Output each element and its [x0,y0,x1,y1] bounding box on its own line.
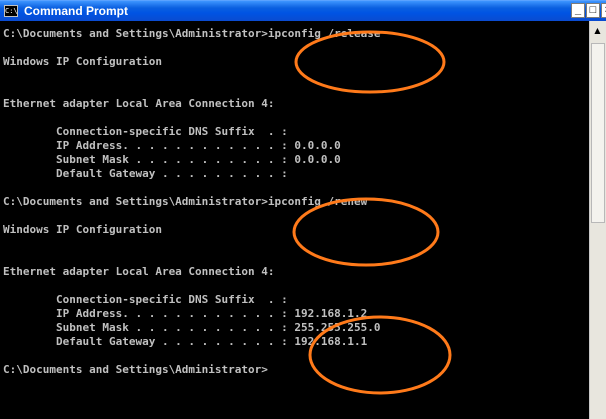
scrollbar-thumb[interactable] [591,43,605,223]
console-prompt: C:\Documents and Settings\Administrator> [3,363,268,376]
console-line: Connection-specific DNS Suffix . : [3,293,288,306]
console-line: C:\Documents and Settings\Administrator>… [3,195,368,208]
title-bar[interactable]: C:\ Command Prompt _ □ × [0,0,606,21]
console-lines: C:\Documents and Settings\Administrator>… [3,27,381,377]
command-prompt-window: C:\ Command Prompt _ □ × C:\Documents an… [0,0,606,419]
console-line: C:\Documents and Settings\Administrator>… [3,27,381,40]
console-line: IP Address. . . . . . . . . . . . : 0.0.… [3,139,341,152]
console-line: Default Gateway . . . . . . . . . : [3,167,288,180]
console-line: Windows IP Configuration [3,223,162,236]
vertical-scrollbar[interactable]: ▲ [589,21,606,419]
close-button[interactable]: × [601,3,606,18]
console-output[interactable]: C:\Documents and Settings\Administrator>… [0,21,589,419]
console-line: Subnet Mask . . . . . . . . . . . : 0.0.… [3,153,341,166]
scroll-up-arrow-icon[interactable]: ▲ [591,23,604,39]
console-line: Default Gateway . . . . . . . . . : 192.… [3,335,368,348]
console-line: Windows IP Configuration [3,55,162,68]
minimize-button[interactable]: _ [571,3,585,18]
console-line: Connection-specific DNS Suffix . : [3,125,288,138]
console-line: Ethernet adapter Local Area Connection 4… [3,265,275,278]
window-title: Command Prompt [24,4,129,18]
maximize-button[interactable]: □ [586,3,600,18]
console-line: Subnet Mask . . . . . . . . . . . : 255.… [3,321,381,334]
console-icon: C:\ [4,5,18,17]
console-line: Ethernet adapter Local Area Connection 4… [3,97,275,110]
console-line: IP Address. . . . . . . . . . . . : 192.… [3,307,368,320]
